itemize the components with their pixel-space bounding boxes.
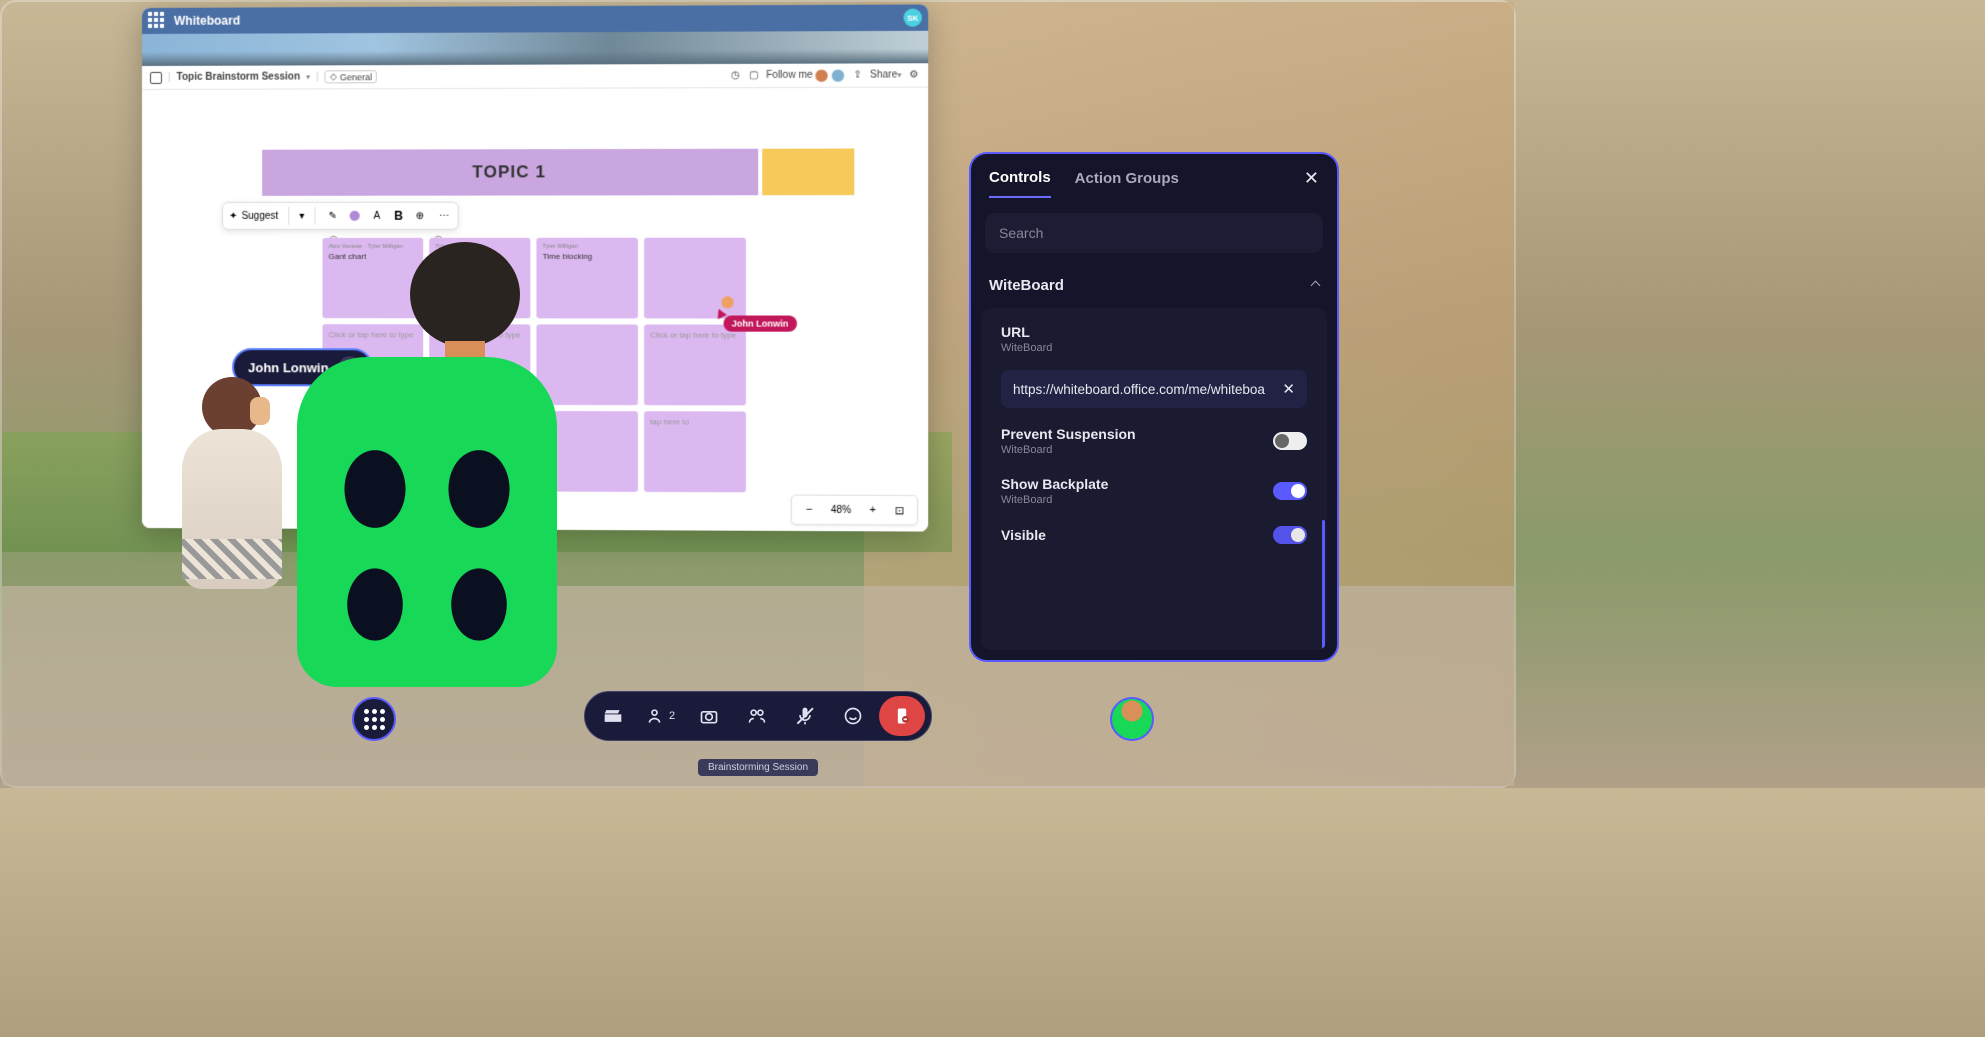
people-view-button[interactable] bbox=[735, 696, 779, 736]
sticky-note-empty[interactable]: tap here to bbox=[644, 411, 746, 492]
sticky-note[interactable]: Tyler MilliganLoop PM strategy bbox=[429, 238, 530, 319]
prop-visible-label: Visible bbox=[1001, 527, 1046, 543]
sticky-note-empty[interactable]: Click or tap here to type bbox=[644, 324, 746, 405]
user-avatar-badge[interactable]: SK bbox=[904, 9, 922, 27]
clear-input-icon[interactable]: ✕ bbox=[1282, 380, 1295, 398]
app-title: Whiteboard bbox=[174, 14, 240, 28]
toggle-show-backplate[interactable] bbox=[1273, 482, 1307, 500]
participant-pill[interactable]: John Lonwin bbox=[232, 348, 373, 386]
session-caption: Brainstorming Session bbox=[698, 759, 818, 776]
sticky-note[interactable]: Alex Veraste · Tyler MilliganGant chart bbox=[322, 238, 423, 318]
sticky-note[interactable] bbox=[429, 411, 530, 492]
sticky-note[interactable] bbox=[536, 324, 637, 405]
camera-button[interactable] bbox=[687, 696, 731, 736]
participants-button[interactable]: 2 bbox=[639, 696, 683, 736]
sticky-note[interactable] bbox=[322, 410, 423, 491]
sticky-notes-grid: Alex Veraste · Tyler MilliganGant chart … bbox=[322, 238, 745, 493]
chevron-up-icon bbox=[1311, 281, 1321, 291]
selection-toolbar: ✦ Suggest ▾ ✎ A B ⊕ ⋯ bbox=[222, 202, 458, 230]
whiteboard-titlebar: Whiteboard SK bbox=[142, 4, 928, 34]
whiteboard-window: Whiteboard SK | Topic Brainstorm Session… bbox=[142, 4, 928, 531]
sticky-note[interactable]: Tyler MilliganTime blocking bbox=[536, 238, 637, 319]
add-icon[interactable]: ⊕ bbox=[413, 209, 427, 223]
breadcrumb-bar: | Topic Brainstorm Session ▾ | ◇ General… bbox=[142, 63, 928, 90]
copilot-button[interactable]: ✦ bbox=[481, 497, 503, 519]
topic-side-block[interactable] bbox=[762, 149, 854, 196]
settings-gear-icon[interactable]: ⚙ bbox=[908, 69, 920, 81]
search-input[interactable]: Search bbox=[985, 213, 1323, 253]
category-tag[interactable]: ◇ General bbox=[325, 70, 377, 83]
prop-show-backplate-label: Show Backplate bbox=[1001, 476, 1108, 492]
mic-mute-button[interactable] bbox=[783, 696, 827, 736]
sticky-note[interactable] bbox=[536, 411, 637, 492]
zoom-out-button[interactable]: − bbox=[798, 499, 821, 521]
text-format-icon[interactable]: A bbox=[370, 209, 384, 223]
self-avatar-button[interactable] bbox=[1110, 697, 1154, 741]
sticky-note-empty[interactable]: Click or tap here to type bbox=[429, 324, 530, 405]
toggle-prevent-suspension[interactable] bbox=[1273, 432, 1307, 450]
tab-controls[interactable]: Controls bbox=[989, 169, 1051, 198]
zoom-in-button[interactable]: + bbox=[861, 499, 884, 521]
presence-avatar[interactable] bbox=[831, 68, 845, 82]
follow-me-button[interactable]: Follow me bbox=[766, 70, 813, 81]
undo-button[interactable]: ↶ bbox=[370, 497, 392, 519]
toggle-visible[interactable] bbox=[1273, 526, 1307, 544]
mic-muted-icon[interactable] bbox=[339, 356, 361, 378]
prop-url-label: URL bbox=[1001, 324, 1307, 340]
more-icon[interactable]: ⋯ bbox=[437, 209, 451, 223]
chevron-down-icon[interactable]: ▾ bbox=[299, 210, 304, 221]
board-title[interactable]: Topic Brainstorm Session bbox=[177, 71, 301, 82]
close-icon[interactable]: ✕ bbox=[1304, 168, 1319, 199]
clapperboard-button[interactable] bbox=[591, 696, 635, 736]
reactions-button[interactable] bbox=[831, 696, 875, 736]
hand-tool[interactable]: ✋ bbox=[438, 497, 460, 519]
bold-button[interactable]: B bbox=[394, 209, 403, 223]
home-icon[interactable] bbox=[150, 71, 162, 83]
color-picker[interactable] bbox=[350, 211, 360, 221]
topic-header[interactable]: TOPIC 1 bbox=[262, 149, 758, 196]
app-launcher-icon[interactable] bbox=[148, 12, 166, 30]
pencil-icon[interactable]: ✎ bbox=[326, 209, 340, 223]
scrollbar[interactable] bbox=[1322, 520, 1325, 650]
canvas-bottom-bar: ↶ ▸ ✋ ✦ − 48% + ⊡ bbox=[142, 492, 928, 525]
chevron-down-icon[interactable]: ▾ bbox=[306, 72, 310, 81]
share-icon[interactable]: ⇪ bbox=[852, 69, 864, 81]
zoom-level[interactable]: 48% bbox=[825, 504, 858, 515]
prop-url-sub: WiteBoard bbox=[1001, 342, 1307, 354]
meeting-dock: 2 bbox=[584, 691, 932, 741]
suggest-button[interactable]: ✦ Suggest bbox=[229, 210, 278, 221]
section-header-witeboard[interactable]: WiteBoard bbox=[971, 263, 1337, 308]
tab-action-groups[interactable]: Action Groups bbox=[1075, 170, 1179, 197]
url-field[interactable]: https://whiteboard.office.com/me/whitebo… bbox=[1001, 370, 1307, 408]
present-icon[interactable]: ▢ bbox=[748, 69, 760, 81]
presence-avatar[interactable] bbox=[815, 68, 829, 82]
whiteboard-canvas[interactable]: TOPIC 1 ✦ Suggest ▾ ✎ A B ⊕ ⋯ Alex Veras… bbox=[142, 88, 928, 532]
timer-icon[interactable]: ◷ bbox=[729, 69, 741, 81]
header-banner-image bbox=[142, 31, 928, 66]
prop-prevent-suspension-label: Prevent Suspension bbox=[1001, 426, 1136, 442]
controls-panel: Controls Action Groups ✕ Search WiteBoar… bbox=[969, 152, 1339, 662]
remote-cursor-label: John Lonwin bbox=[723, 315, 796, 331]
leave-button[interactable] bbox=[879, 696, 925, 736]
share-button[interactable]: Share▾ bbox=[870, 69, 901, 80]
participant-name: John Lonwin bbox=[248, 360, 329, 375]
dock-apps-button[interactable] bbox=[352, 697, 396, 741]
fit-view-button[interactable]: ⊡ bbox=[888, 499, 911, 521]
cursor-tool[interactable]: ▸ bbox=[412, 497, 434, 519]
